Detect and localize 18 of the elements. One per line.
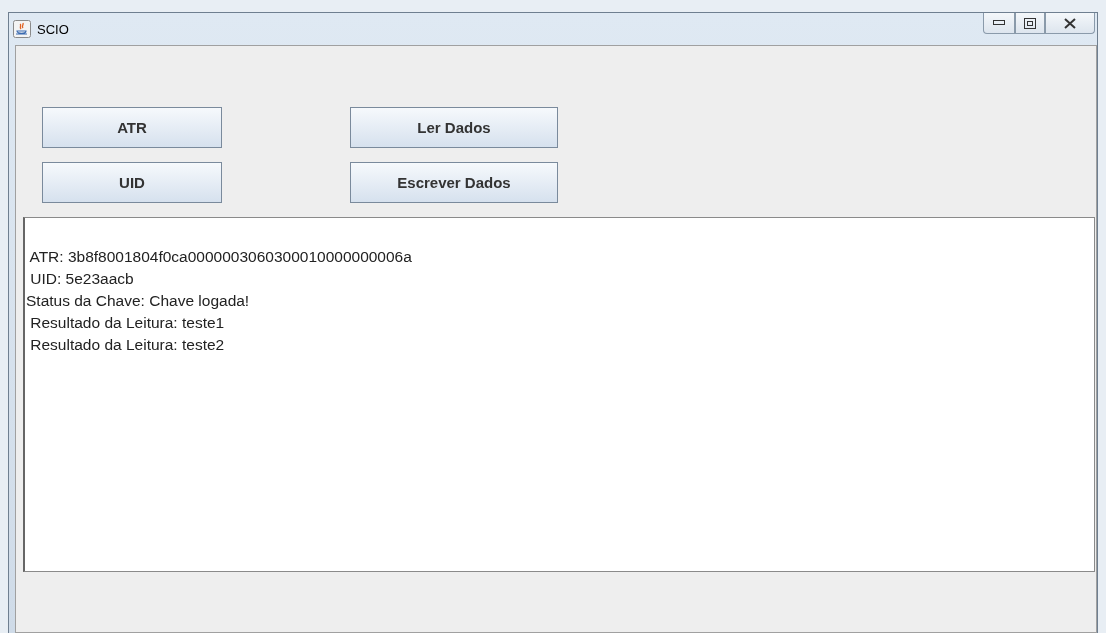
output-line: UID: 5e23aacb [29,269,135,289]
maximize-button[interactable] [1015,13,1045,34]
output-line: Status da Chave: Chave logada! [26,291,251,311]
close-icon [1064,17,1076,29]
output-line: Resultado da Leitura: teste1 [29,313,226,333]
output-area[interactable]: ATR: 3b8f8001804f0ca0000003060300010000000006a UID: 5e23aacb Status da Chave: Chave logada! Resultado da Leitura: teste1 Resultado da Leitura: teste2 [23,217,1095,572]
output-line: ATR: 3b8f8001804f0ca0000003060300010000000006a [28,247,413,267]
minimize-button[interactable] [983,13,1015,34]
action-button[interactable]: ATR [42,107,222,148]
action-button[interactable]: Ler Dados [350,107,558,148]
minimize-icon [993,20,1005,26]
action-button[interactable]: Escrever Dados [350,162,558,203]
action-button[interactable]: UID [42,162,222,203]
output-line: Resultado da Leitura: teste2 [29,335,226,355]
window-title: SCIO [37,21,70,37]
app-icon [13,20,31,38]
maximize-icon [1024,17,1036,29]
close-button[interactable] [1045,13,1095,34]
